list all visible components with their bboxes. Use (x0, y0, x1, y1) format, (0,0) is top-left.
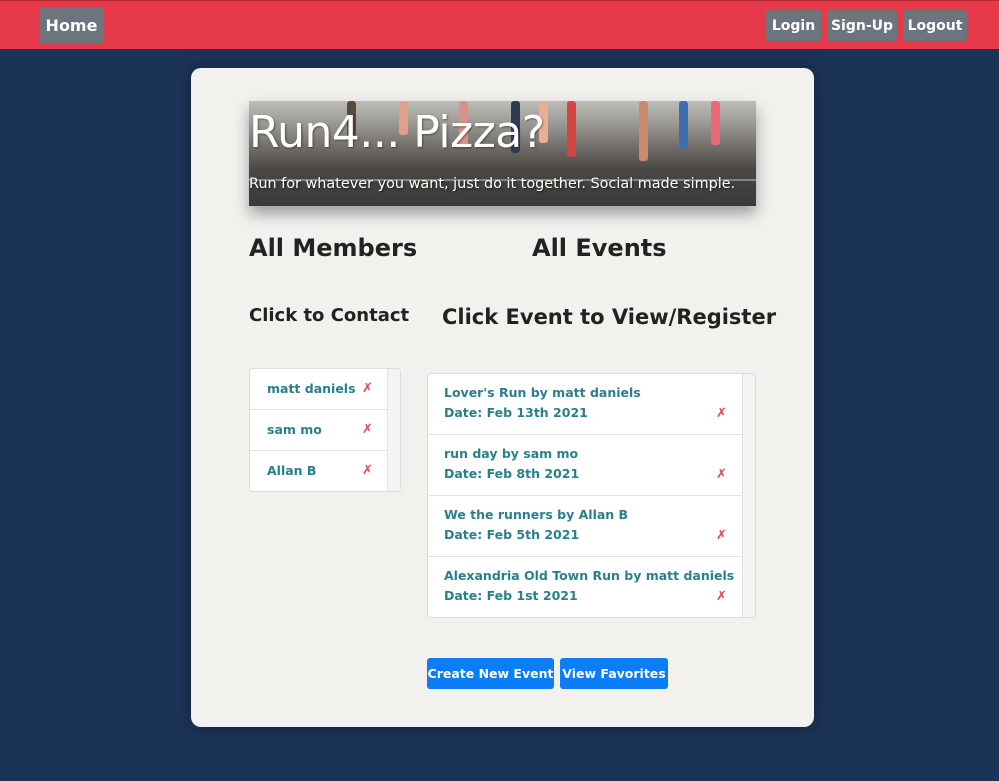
runner-leg-graphic (639, 101, 648, 161)
event-date: Date: Feb 5th 2021 (444, 527, 580, 542)
create-event-button[interactable]: Create New Event (427, 658, 554, 689)
event-date: Date: Feb 1st 2021 (444, 588, 578, 603)
delete-icon[interactable]: ✗ (362, 381, 373, 396)
top-navbar: Home Login Sign-Up Logout (0, 0, 999, 49)
list-item[interactable]: sam mo ✗ (250, 410, 387, 451)
delete-icon[interactable]: ✗ (716, 406, 727, 421)
runner-leg-graphic (679, 101, 688, 149)
runner-leg-graphic (711, 101, 720, 145)
event-date: Date: Feb 13th 2021 (444, 405, 588, 420)
list-item[interactable]: matt daniels ✗ (250, 369, 387, 410)
member-name[interactable]: Allan B (267, 463, 316, 478)
main-card: Run4... Pizza? Run for whatever you want… (191, 68, 814, 727)
list-item[interactable]: Alexandria Old Town Run by matt daniels … (428, 557, 742, 617)
members-subheading: Click to Contact (249, 305, 410, 326)
scrollbar[interactable] (387, 369, 400, 491)
view-favorites-button[interactable]: View Favorites (560, 658, 668, 689)
members-list: matt daniels ✗ sam mo ✗ Allan B ✗ (249, 368, 401, 492)
event-title[interactable]: run day by sam mo (444, 446, 578, 461)
member-name[interactable]: matt daniels (267, 381, 356, 396)
list-item[interactable]: We the runners by Allan B Date: Feb 5th … (428, 496, 742, 557)
list-item[interactable]: Lover's Run by matt daniels Date: Feb 13… (428, 374, 742, 435)
delete-icon[interactable]: ✗ (362, 422, 373, 437)
list-item[interactable]: Allan B ✗ (250, 451, 387, 491)
banner-title: Run4... Pizza? (249, 107, 545, 158)
runner-leg-graphic (567, 101, 576, 157)
delete-icon[interactable]: ✗ (716, 528, 727, 543)
event-title[interactable]: Lover's Run by matt daniels (444, 385, 641, 400)
delete-icon[interactable]: ✗ (716, 589, 727, 604)
event-title[interactable]: We the runners by Allan B (444, 507, 628, 522)
delete-icon[interactable]: ✗ (716, 467, 727, 482)
delete-icon[interactable]: ✗ (362, 463, 373, 478)
events-list: Lover's Run by matt daniels Date: Feb 13… (427, 373, 756, 618)
logout-button[interactable]: Logout (903, 10, 967, 41)
members-heading: All Members (249, 234, 418, 262)
member-name[interactable]: sam mo (267, 422, 322, 437)
list-item[interactable]: run day by sam mo Date: Feb 8th 2021 ✗ (428, 435, 742, 496)
events-heading: All Events (532, 234, 667, 262)
event-date: Date: Feb 8th 2021 (444, 466, 580, 481)
event-title[interactable]: Alexandria Old Town Run by matt daniels (444, 568, 734, 583)
signup-button[interactable]: Sign-Up (827, 10, 897, 41)
login-button[interactable]: Login (766, 10, 821, 41)
hero-banner: Run4... Pizza? Run for whatever you want… (249, 101, 756, 206)
events-subheading: Click Event to View/Register (442, 305, 777, 329)
home-button[interactable]: Home (39, 8, 104, 43)
scrollbar[interactable] (742, 374, 755, 617)
banner-subtitle: Run for whatever you want, just do it to… (249, 176, 736, 192)
